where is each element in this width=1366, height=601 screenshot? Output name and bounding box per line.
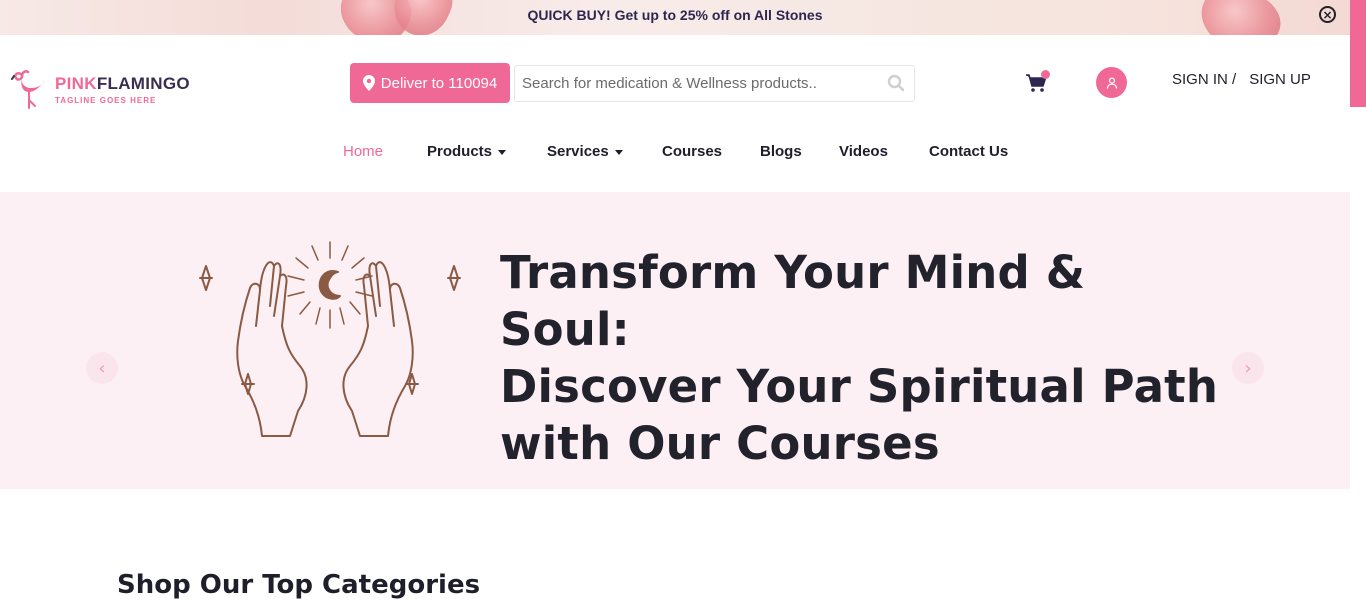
- logo-text-pink: PINK: [55, 73, 97, 93]
- logo-text-dark: FLAMINGO: [96, 73, 190, 93]
- deliver-label: Deliver to 110094: [380, 74, 498, 92]
- hero-headline: Transform Your Mind & Soul: Discover You…: [500, 244, 1220, 472]
- caret-down-icon: [498, 149, 507, 155]
- hero-carousel: ‹ › Transform Your Mind & Soul: Discover…: [0, 192, 1350, 489]
- user-icon: [1106, 76, 1117, 89]
- promo-banner: QUICK BUY! Get up to 25% off on All Ston…: [0, 0, 1350, 35]
- chevron-right-icon[interactable]: ›: [1232, 352, 1264, 384]
- deliver-location-button[interactable]: Deliver to 110094: [350, 63, 510, 103]
- main-nav: Home Products Services Courses Blogs Vid…: [0, 143, 1350, 165]
- hero-line: with Our Courses: [500, 417, 940, 470]
- search-input[interactable]: [515, 66, 875, 101]
- close-icon[interactable]: ×: [1319, 6, 1336, 23]
- nav-item-courses[interactable]: Courses: [662, 143, 722, 160]
- nav-item-products[interactable]: Products: [427, 143, 507, 160]
- nav-item-services[interactable]: Services: [547, 143, 623, 160]
- nav-item-contact-us[interactable]: Contact Us: [929, 143, 1008, 160]
- chevron-left-icon[interactable]: ‹: [86, 352, 118, 384]
- nav-item-blogs[interactable]: Blogs: [760, 143, 802, 160]
- auth-links: SIGN IN / SIGN UP: [1172, 71, 1311, 88]
- location-pin-icon: [362, 75, 375, 91]
- logo-tagline: TAGLINE GOES HERE: [55, 95, 157, 105]
- flamingo-logo-icon: [11, 70, 45, 109]
- hands-moon-illustration: [199, 241, 461, 437]
- promo-text: QUICK BUY! Get up to 25% off on All Ston…: [527, 7, 823, 23]
- sign-up-link[interactable]: SIGN UP: [1249, 71, 1311, 88]
- user-avatar-button[interactable]: [1096, 67, 1127, 98]
- nav-item-label: Services: [547, 143, 609, 160]
- scrollbar[interactable]: [1350, 0, 1366, 601]
- caret-down-icon: [614, 149, 623, 155]
- hero-line: Transform Your Mind & Soul:: [500, 246, 1086, 356]
- cart-badge: [1041, 70, 1050, 79]
- nav-item-home[interactable]: Home: [343, 143, 383, 160]
- sign-in-link[interactable]: SIGN IN /: [1172, 71, 1236, 88]
- search-icon[interactable]: [887, 74, 905, 92]
- scrollbar-thumb[interactable]: [1350, 0, 1366, 107]
- search-bar: [514, 65, 915, 102]
- hero-line: Discover Your Spiritual Path: [500, 360, 1219, 413]
- nav-item-label: Products: [427, 143, 493, 160]
- section-title-categories: Shop Our Top Categories: [117, 570, 481, 600]
- logo[interactable]: PINKFLAMINGO TAGLINE GOES HERE: [11, 66, 190, 112]
- nav-item-videos[interactable]: Videos: [839, 143, 888, 160]
